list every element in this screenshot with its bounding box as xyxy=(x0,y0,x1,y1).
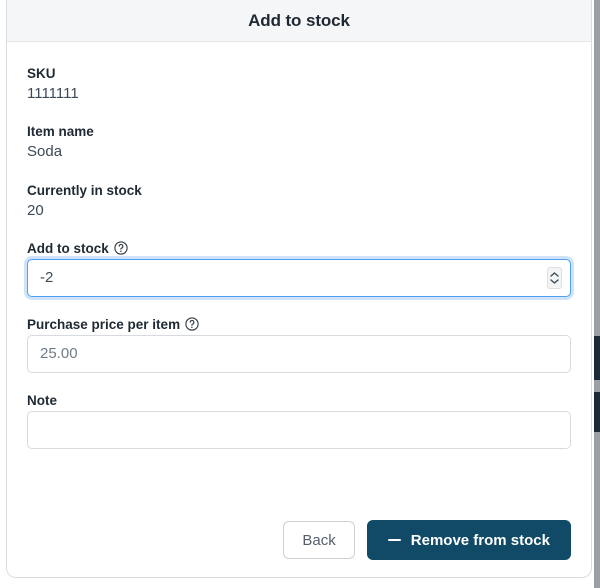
sku-label: SKU xyxy=(27,66,56,81)
remove-from-stock-button[interactable]: Remove from stock xyxy=(366,520,571,560)
currently-in-stock-value: 20 xyxy=(27,201,44,219)
remove-from-stock-label: Remove from stock xyxy=(410,531,550,549)
item-name-label: Item name xyxy=(27,124,94,140)
help-circle-icon[interactable] xyxy=(114,241,128,255)
note-input-wrap xyxy=(27,410,571,449)
background-edge-segment xyxy=(594,336,600,380)
add-to-stock-input-wrap xyxy=(27,258,571,297)
chevron-down-icon xyxy=(550,279,559,284)
purchase-price-input-wrap xyxy=(27,334,571,373)
sku-field-block: SKU 1111111 xyxy=(27,66,571,104)
sku-value: 1111111 xyxy=(27,85,79,102)
purchase-price-input[interactable] xyxy=(27,334,571,373)
add-to-stock-input[interactable] xyxy=(27,258,571,297)
number-stepper[interactable] xyxy=(547,266,562,289)
help-circle-icon[interactable] xyxy=(185,317,199,331)
purchase-price-field-block: Purchase price per item xyxy=(27,317,571,373)
item-name-value: Soda xyxy=(27,143,63,161)
add-to-stock-modal: Add to stock SKU 1111111 Item name Soda … xyxy=(6,0,592,578)
chevron-up-icon xyxy=(550,272,559,277)
modal-title: Add to stock xyxy=(248,10,350,30)
modal-footer: Back Remove from stock xyxy=(7,503,591,577)
modal-body: SKU 1111111 Item name Soda Currently in … xyxy=(7,42,591,449)
page-background: Add to stock SKU 1111111 Item name Soda … xyxy=(0,0,600,588)
note-label: Note xyxy=(27,392,57,408)
currently-in-stock-field-block: Currently in stock 20 xyxy=(27,183,571,221)
item-name-field-block: Item name Soda xyxy=(27,124,571,162)
add-to-stock-field-block: Add to stock xyxy=(27,241,571,297)
add-to-stock-label-text: Add to stock xyxy=(27,240,109,256)
purchase-price-label: Purchase price per item xyxy=(27,317,571,332)
modal-header: Add to stock xyxy=(7,0,591,42)
note-input[interactable] xyxy=(27,410,571,449)
minus-icon xyxy=(387,538,401,542)
currently-in-stock-label: Currently in stock xyxy=(27,182,142,198)
purchase-price-label-text: Purchase price per item xyxy=(27,316,181,332)
add-to-stock-label: Add to stock xyxy=(27,241,571,256)
note-field-block: Note xyxy=(27,393,571,449)
background-page-edge xyxy=(594,0,600,588)
background-edge-segment xyxy=(594,392,600,432)
back-button[interactable]: Back xyxy=(283,521,355,559)
